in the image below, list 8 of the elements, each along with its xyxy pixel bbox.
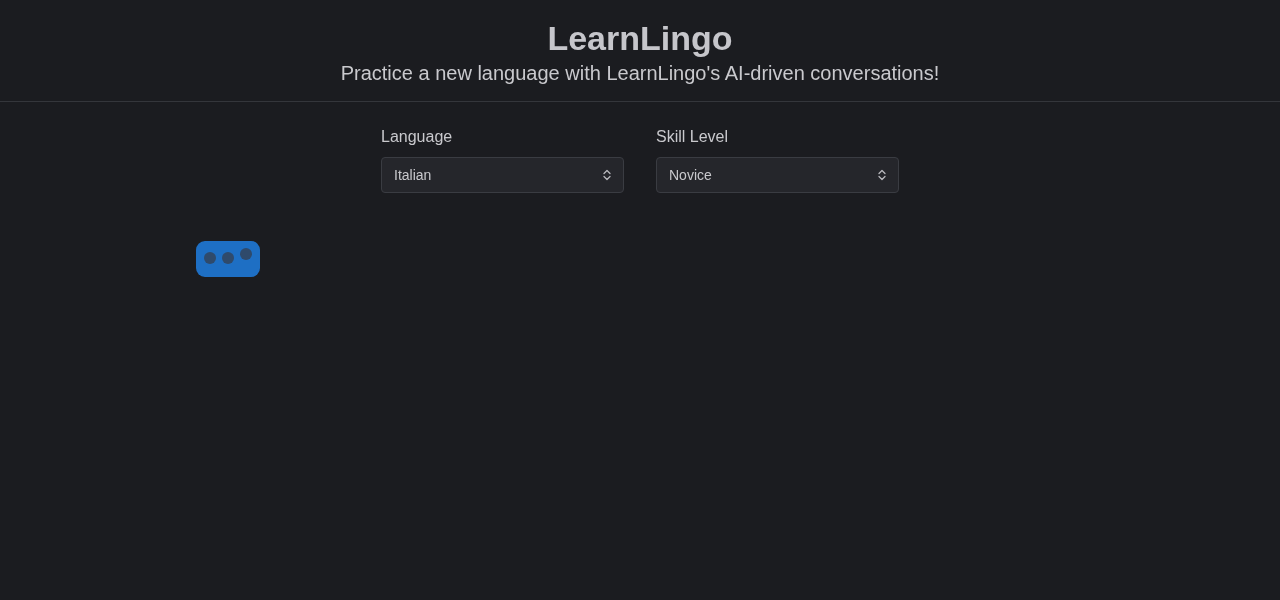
app-subtitle: Practice a new language with LearnLingo's AI-driven conversations! — [339, 61, 941, 86]
field-label: Skill Level — [656, 127, 730, 147]
chevron-icon — [878, 169, 886, 181]
select-dropdown[interactable]: Novice — [656, 157, 899, 193]
field-label: Language — [381, 127, 454, 147]
select-dropdown[interactable]: Italian — [381, 157, 624, 193]
app-title: LearnLingo — [546, 18, 734, 58]
chevron-icon — [603, 169, 611, 181]
